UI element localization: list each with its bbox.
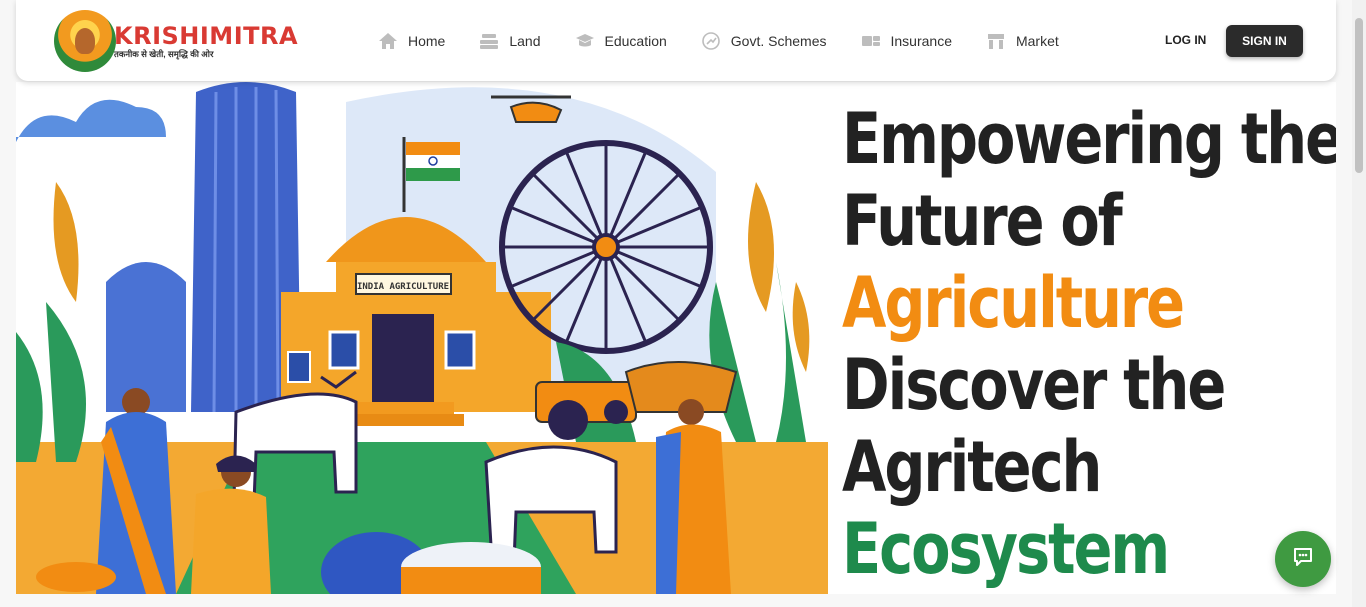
nav-label-education: Education xyxy=(604,33,667,49)
brand-tagline: तकनीक से खेती, समृद्धि की ओर xyxy=(114,48,214,59)
nav-label-govt-schemes: Govt. Schemes xyxy=(730,33,827,49)
nav-item-insurance[interactable]: Insurance xyxy=(861,32,952,50)
brand-name: KRISHIMITRA xyxy=(114,21,299,50)
nav-label-insurance: Insurance xyxy=(890,33,952,49)
hero-line-5: Agritech xyxy=(842,426,1102,508)
graduation-cap-icon xyxy=(575,32,595,50)
schemes-icon xyxy=(701,32,721,50)
hero-headline: Empowering the Future of Agriculture Dis… xyxy=(842,98,1336,590)
building-sign: INDIA AGRICULTURE xyxy=(357,282,449,292)
nav-label-market: Market xyxy=(1015,33,1059,49)
hero-line-3: Agriculture xyxy=(842,262,1185,344)
nav-label-land: Land xyxy=(509,33,541,49)
home-icon xyxy=(378,32,398,50)
land-icon xyxy=(479,32,499,50)
page: KRISHIMITRA तकनीक से खेती, समृद्धि की ओर… xyxy=(0,0,1366,607)
farmer-logo-icon xyxy=(54,10,116,72)
login-link[interactable]: LOG IN xyxy=(1165,33,1206,47)
page-scrollbar[interactable] xyxy=(1352,0,1366,607)
nav-item-education[interactable]: Education xyxy=(575,32,667,50)
nav-item-home[interactable]: Home xyxy=(378,32,445,50)
brand-logo[interactable]: KRISHIMITRA तकनीक से खेती, समृद्धि की ओर xyxy=(54,8,298,74)
chat-button[interactable] xyxy=(1275,531,1331,587)
insurance-icon xyxy=(861,32,881,50)
hero-line-2: Future of xyxy=(842,180,1123,262)
nav-label-home: Home xyxy=(408,33,446,49)
chat-icon xyxy=(1292,546,1314,573)
nav-item-market[interactable]: Market xyxy=(986,32,1059,50)
hero-line-6: Ecosystem xyxy=(842,508,1170,590)
hero-illustration: INDIA AGRICULTURE xyxy=(16,82,828,594)
market-icon xyxy=(986,32,1006,50)
site-header: KRISHIMITRA तकनीक से खेती, समृद्धि की ओर… xyxy=(16,0,1336,81)
hero-banner: INDIA AGRICULTURE Empowering the Future … xyxy=(16,82,1336,594)
nav-item-land[interactable]: Land xyxy=(479,32,541,50)
signin-button[interactable]: SIGN IN xyxy=(1226,25,1303,57)
nav-item-govt-schemes[interactable]: Govt. Schemes xyxy=(701,32,827,50)
scrollbar-thumb[interactable] xyxy=(1355,18,1363,173)
hero-line-4: Discover the xyxy=(842,344,1226,426)
main-nav: Home Land Education Govt. Schemes Insura… xyxy=(378,26,1059,56)
hero-line-1: Empowering the xyxy=(842,98,1336,180)
